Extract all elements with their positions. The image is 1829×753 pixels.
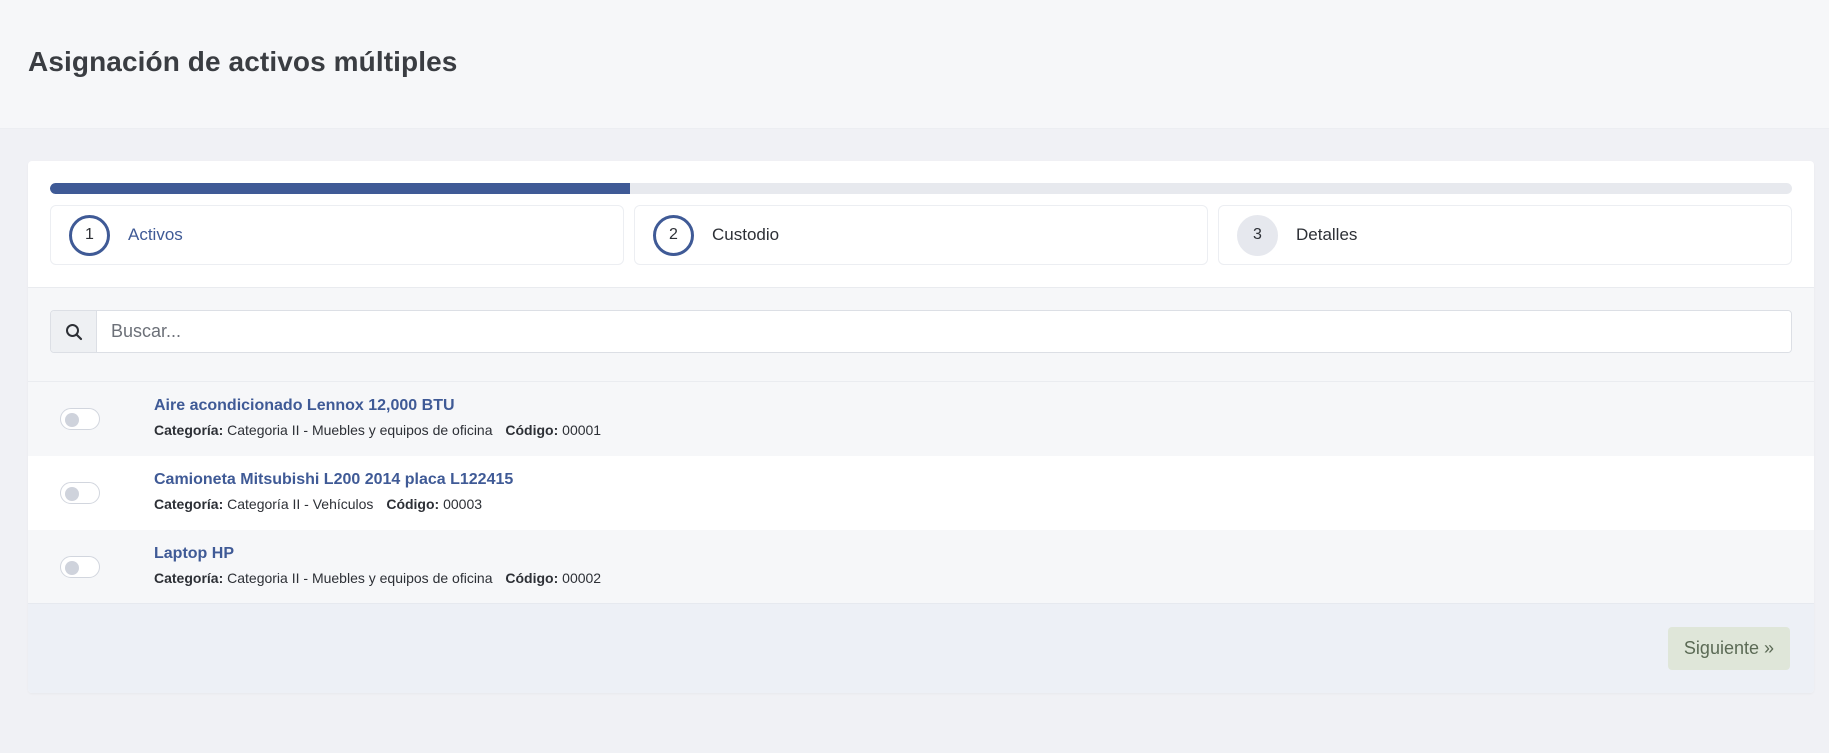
search-area (28, 288, 1814, 382)
next-button[interactable]: Siguiente » (1667, 627, 1790, 670)
asset-info: Aire acondicionado Lennox 12,000 BTU Cat… (154, 382, 601, 438)
card-footer: Siguiente » (28, 603, 1814, 693)
list-item: Camioneta Mitsubishi L200 2014 placa L12… (28, 456, 1814, 530)
wizard-step-activos[interactable]: 1 Activos (50, 205, 624, 265)
code-label: Código: (505, 422, 559, 438)
asset-code: 00001 (562, 422, 602, 438)
step-number: 3 (1237, 214, 1278, 256)
step-label: Custodio (712, 225, 780, 244)
asset-select-toggle[interactable] (60, 556, 100, 578)
wizard: 1 Activos 2 Custodio 3 Detalles (28, 161, 1814, 288)
category-label: Categoría: (154, 496, 224, 512)
code-label: Código: (505, 570, 559, 586)
toggle-knob (65, 413, 79, 427)
step-number: 1 (69, 214, 110, 256)
asset-name-link[interactable]: Laptop HP (154, 545, 601, 563)
asset-code: 00002 (562, 570, 602, 586)
page-header: Asignación de activos múltiples (0, 0, 1829, 129)
code-label: Código: (386, 496, 440, 512)
step-number: 2 (653, 214, 694, 256)
asset-name-link[interactable]: Aire acondicionado Lennox 12,000 BTU (154, 397, 601, 415)
wizard-steps: 1 Activos 2 Custodio 3 Detalles (50, 205, 1792, 265)
toggle-knob (65, 487, 79, 501)
asset-name-link[interactable]: Camioneta Mitsubishi L200 2014 placa L12… (154, 471, 513, 489)
page-title: Asignación de activos múltiples (28, 46, 458, 77)
step-label: Detalles (1296, 225, 1358, 244)
assignment-card: 1 Activos 2 Custodio 3 Detalles Buscar..… (28, 161, 1814, 693)
asset-meta: Categoría: Categoria II - Muebles y equi… (154, 570, 601, 586)
search-icon (51, 311, 97, 352)
asset-select-toggle[interactable] (60, 482, 100, 504)
toggle-knob (65, 561, 79, 575)
asset-category: Categoria II - Muebles y equipos de ofic… (227, 570, 493, 586)
wizard-progress-bar (50, 183, 1792, 194)
wizard-step-custodio[interactable]: 2 Custodio (634, 205, 1208, 265)
category-label: Categoría: (154, 422, 224, 438)
category-label: Categoría: (154, 570, 224, 586)
asset-category: Categoría II - Vehículos (227, 496, 374, 512)
asset-meta: Categoría: Categoria II - Muebles y equi… (154, 422, 601, 438)
search-group (50, 310, 1792, 353)
asset-info: Camioneta Mitsubishi L200 2014 placa L12… (154, 456, 513, 512)
wizard-step-detalles[interactable]: 3 Detalles (1218, 205, 1792, 265)
asset-meta: Categoría: Categoría II - Vehículos Códi… (154, 496, 513, 512)
search-input[interactable] (97, 311, 1791, 352)
asset-select-toggle[interactable] (60, 408, 100, 430)
step-label: Activos (128, 225, 183, 244)
wizard-progress-fill (50, 183, 631, 194)
asset-list: Aire acondicionado Lennox 12,000 BTU Cat… (28, 382, 1814, 604)
asset-category: Categoria II - Muebles y equipos de ofic… (227, 422, 493, 438)
asset-info: Laptop HP Categoría: Categoria II - Mueb… (154, 530, 601, 586)
list-item: Aire acondicionado Lennox 12,000 BTU Cat… (28, 382, 1814, 456)
list-item: Laptop HP Categoría: Categoria II - Mueb… (28, 530, 1814, 604)
asset-code: 00003 (443, 496, 483, 512)
